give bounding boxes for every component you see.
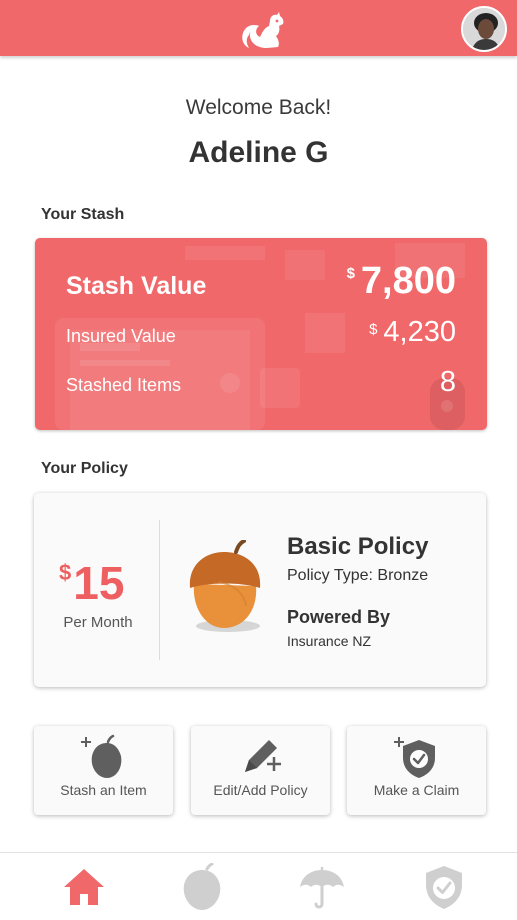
user-name: Adeline G — [188, 136, 329, 169]
make-claim-button[interactable]: Make a Claim — [347, 726, 486, 815]
stashed-items-label: Stashed Items — [66, 375, 182, 395]
umbrella-icon[interactable] — [298, 863, 346, 911]
policy-divider — [159, 520, 160, 660]
stashed-items-row: Stashed Items 8 — [66, 366, 456, 402]
stash-value-amount: $7,800 — [347, 260, 456, 303]
policy-type: Policy Type: Bronze — [287, 567, 429, 584]
welcome-text: Welcome Back! — [185, 96, 332, 119]
insured-value-currency: $ — [369, 321, 378, 338]
powered-by-label: Powered By — [287, 607, 391, 627]
add-shield-icon — [394, 737, 435, 778]
stash-card[interactable]: Stash Value $7,800 Insured Value $4,230 … — [35, 238, 487, 430]
policy-card[interactable]: $15 Per Month Basic Policy Policy Type: … — [34, 493, 486, 687]
acorn-nav-icon[interactable] — [178, 863, 226, 911]
stash-value-currency: $ — [346, 265, 355, 282]
stash-item-button[interactable]: Stash an Item — [34, 726, 173, 815]
price-currency: $ — [59, 560, 72, 585]
insured-value-amount: $4,230 — [369, 316, 456, 349]
stashed-items-count: 8 — [439, 366, 456, 398]
shield-check-icon[interactable] — [420, 863, 468, 911]
insured-value-row: Insured Value $4,230 — [66, 316, 456, 352]
insured-value-label: Insured Value — [66, 326, 176, 346]
price-amount: 15 — [73, 557, 125, 609]
avatar[interactable] — [461, 6, 507, 52]
price-period: Per Month — [63, 614, 133, 631]
bottom-navigation — [0, 852, 517, 920]
add-acorn-icon — [81, 734, 122, 778]
stash-value-number: 7,800 — [360, 260, 456, 302]
stash-value-label: Stash Value — [66, 272, 207, 300]
stash-item-label: Stash an Item — [60, 782, 147, 798]
powered-by-value: Insurance NZ — [287, 633, 372, 649]
policy-section-title: Your Policy — [41, 460, 128, 477]
policy-price: $15 — [59, 556, 124, 610]
stash-section-title: Your Stash — [41, 206, 125, 223]
user-avatar-icon — [463, 8, 505, 50]
top-bar — [0, 0, 517, 56]
insured-value-number: 4,230 — [383, 316, 456, 348]
policy-name: Basic Policy — [287, 533, 429, 560]
home-icon[interactable] — [60, 863, 108, 911]
acorn-icon — [189, 540, 261, 632]
edit-policy-label: Edit/Add Policy — [213, 782, 308, 798]
edit-policy-button[interactable]: Edit/Add Policy — [191, 726, 330, 815]
squirrel-logo-icon[interactable] — [237, 8, 285, 50]
stash-value-row: Stash Value $7,800 — [66, 260, 456, 304]
edit-pencil-icon — [245, 740, 281, 772]
make-claim-label: Make a Claim — [373, 782, 460, 798]
